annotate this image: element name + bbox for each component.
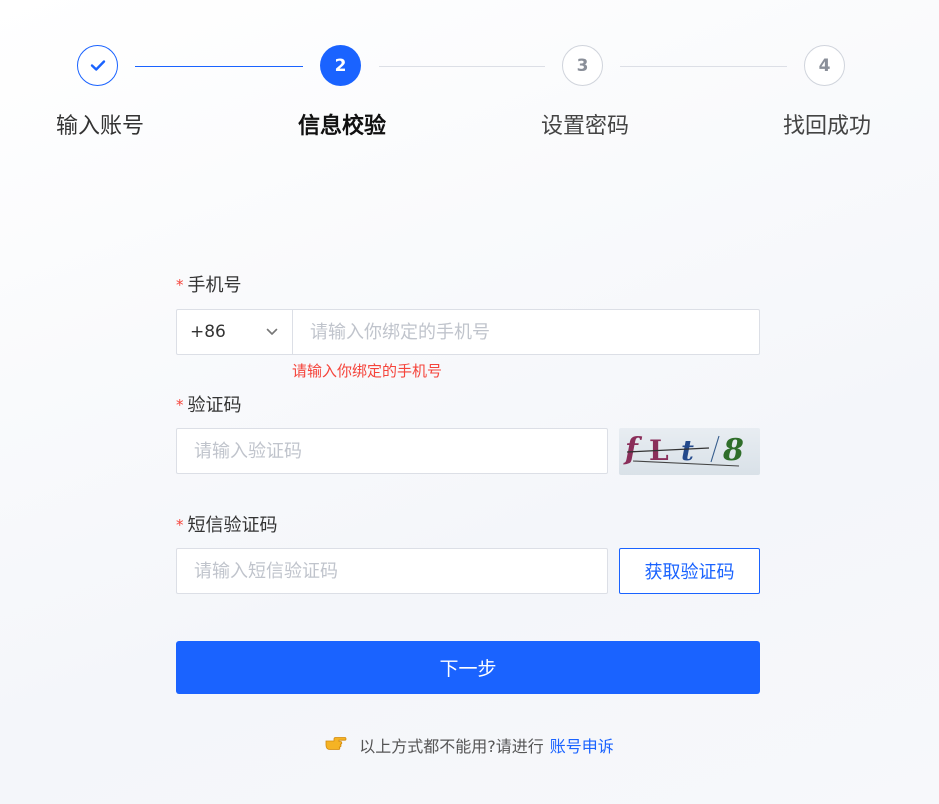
step-connector-2 bbox=[379, 66, 545, 67]
captcha-char-4: 8 bbox=[722, 433, 744, 468]
check-icon bbox=[90, 60, 105, 71]
pointing-hand-icon bbox=[325, 735, 347, 755]
chevron-down-icon bbox=[266, 328, 278, 335]
get-sms-code-button[interactable]: 获取验证码 bbox=[619, 548, 760, 594]
sms-code-input[interactable] bbox=[177, 549, 607, 593]
required-mark: * bbox=[176, 516, 184, 534]
captcha-image[interactable]: f L t 8 bbox=[619, 428, 760, 475]
step-4-circle: 4 bbox=[804, 45, 845, 86]
phone-error-message: 请输入你绑定的手机号 bbox=[292, 362, 443, 380]
captcha-graphic: f L t 8 bbox=[623, 432, 744, 468]
phone-input[interactable] bbox=[293, 310, 759, 354]
step-connector-1 bbox=[135, 66, 303, 67]
step-1-done-circle bbox=[77, 45, 118, 86]
step-connector-3 bbox=[620, 66, 787, 67]
next-step-button[interactable]: 下一步 bbox=[176, 641, 760, 694]
sms-field bbox=[176, 548, 608, 594]
sms-label: * 短信验证码 bbox=[176, 511, 278, 537]
account-appeal-link[interactable]: 账号申诉 bbox=[550, 733, 614, 757]
country-code-value: +86 bbox=[190, 322, 226, 342]
country-code-select[interactable]: +86 bbox=[177, 310, 293, 354]
required-mark: * bbox=[176, 396, 184, 414]
captcha-noise-line bbox=[710, 435, 720, 463]
step-3-label: 设置密码 bbox=[540, 114, 629, 139]
step-1-label: 输入账号 bbox=[55, 114, 144, 139]
captcha-field bbox=[176, 428, 608, 474]
phone-field: +86 bbox=[176, 309, 760, 355]
captcha-label-text: 验证码 bbox=[187, 395, 242, 416]
captcha-label: * 验证码 bbox=[176, 391, 242, 417]
step-2-circle: 2 bbox=[320, 45, 361, 86]
sms-label-text: 短信验证码 bbox=[187, 515, 278, 536]
step-2-label: 信息校验 bbox=[297, 114, 386, 139]
captcha-char-3: t bbox=[681, 434, 694, 467]
step-3-circle: 3 bbox=[562, 45, 603, 86]
phone-label-text: 手机号 bbox=[187, 275, 242, 296]
appeal-hint-text: 以上方式都不能用?请进行 bbox=[359, 737, 544, 756]
required-mark: * bbox=[176, 276, 184, 294]
phone-label: * 手机号 bbox=[176, 271, 242, 297]
step-progress: 2 3 4 输入账号 信息校验 设置密码 找回成功 bbox=[0, 0, 939, 150]
step-4-label: 找回成功 bbox=[782, 114, 871, 139]
captcha-input[interactable] bbox=[177, 429, 607, 473]
appeal-hint: 以上方式都不能用?请进行 账号申诉 bbox=[0, 733, 939, 757]
